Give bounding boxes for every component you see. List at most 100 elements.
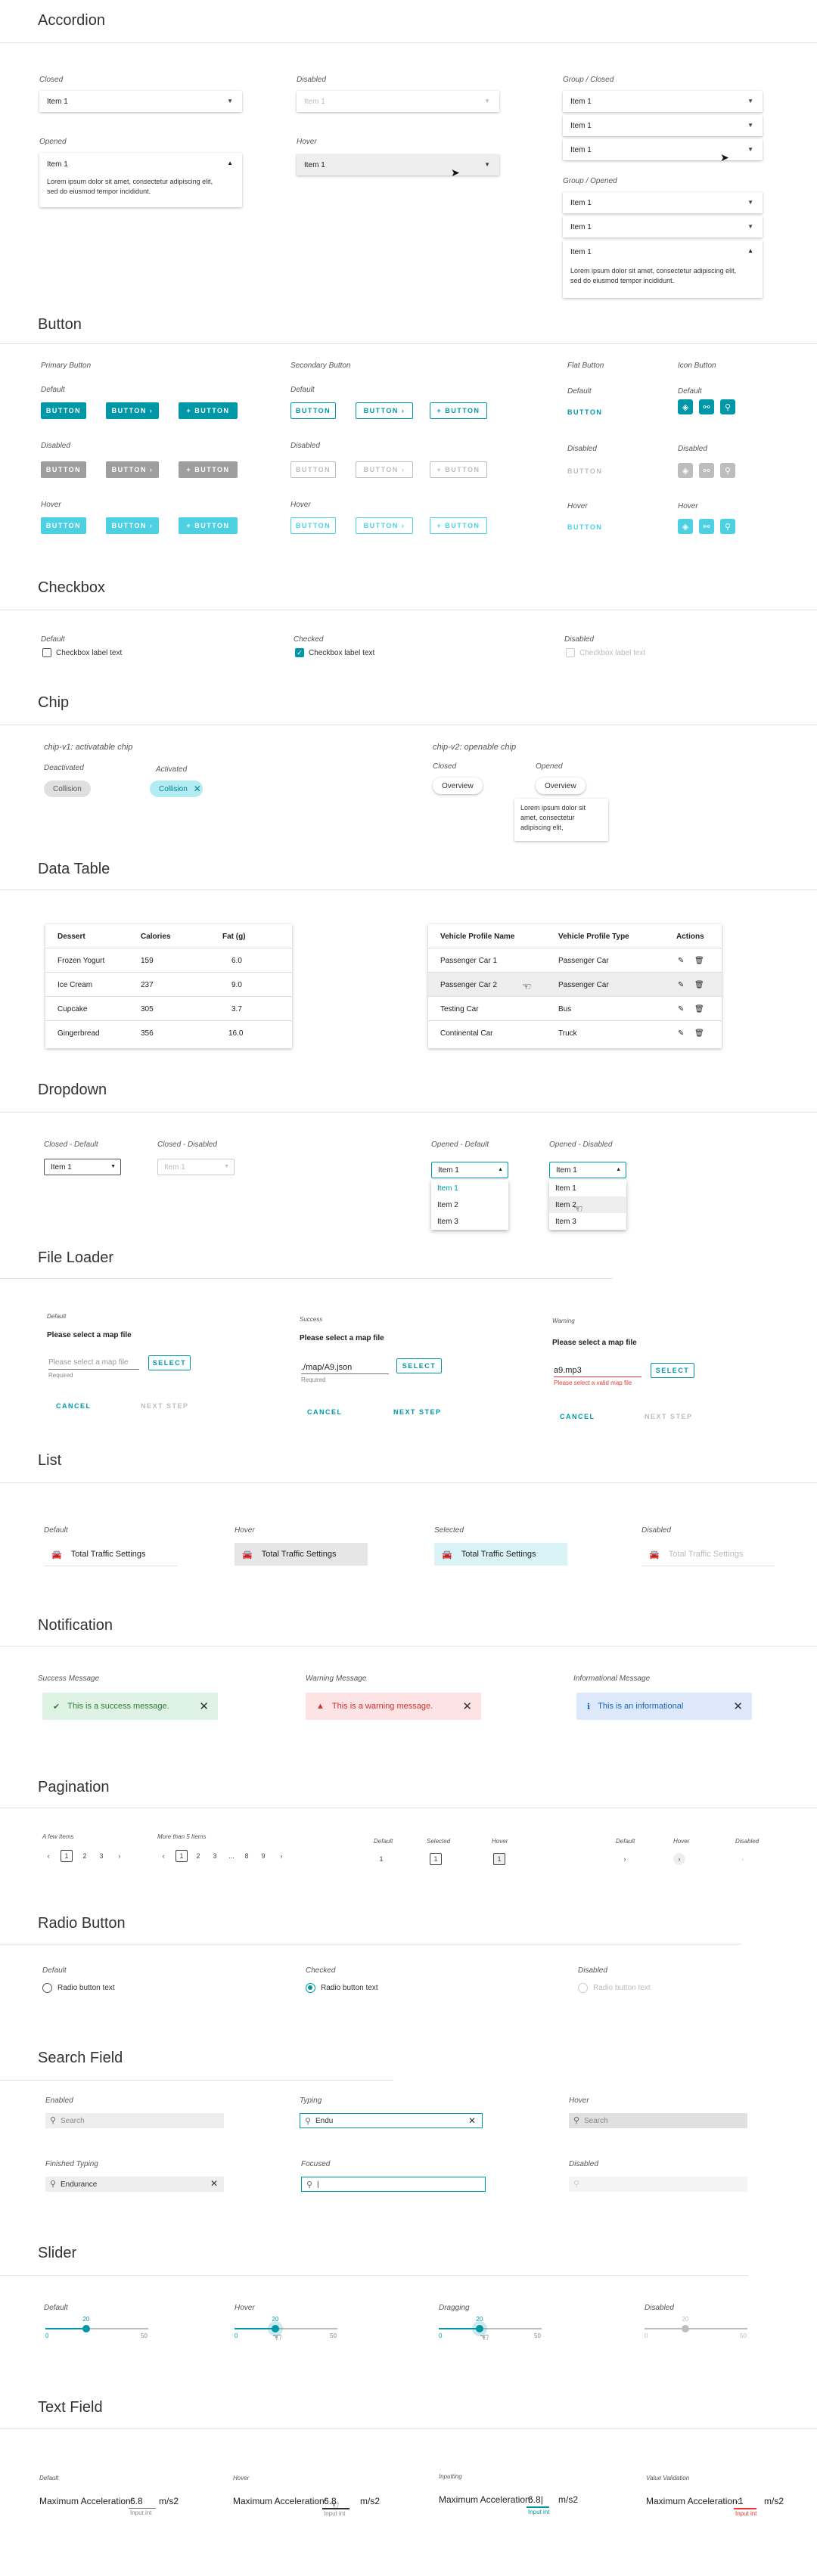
next-page-icon[interactable]: ›: [113, 1850, 126, 1862]
flat-button[interactable]: BUTTON: [567, 408, 602, 416]
dropdown-option-hover[interactable]: Item 2: [549, 1196, 626, 1213]
primary-button-hover[interactable]: BUTTON: [41, 517, 86, 534]
table-row[interactable]: Frozen Yogurt 159 6.0: [45, 948, 292, 973]
column-header[interactable]: Actions: [676, 933, 704, 941]
search-input-focused[interactable]: ⚲ |: [301, 2177, 486, 2192]
acceleration-input[interactable]: 6.8: [130, 2496, 143, 2506]
table-row[interactable]: Ice Cream 237 9.0: [45, 973, 292, 997]
primary-add-button[interactable]: + BUTTON: [179, 402, 238, 419]
secondary-button[interactable]: BUTTON: [290, 402, 336, 419]
acceleration-input-invalid[interactable]: -1: [735, 2496, 744, 2506]
column-header[interactable]: Vehicle Profile Name: [440, 933, 514, 941]
acceleration-input-inputting[interactable]: 6.8|: [528, 2494, 543, 2505]
close-icon[interactable]: ✕: [194, 784, 201, 794]
page-button[interactable]: 2: [192, 1850, 204, 1862]
delete-icon[interactable]: 🗑: [694, 1029, 704, 1038]
table-row[interactable]: Cupcake 305 3.7: [45, 997, 292, 1021]
cancel-button[interactable]: CANCEL: [56, 1402, 92, 1410]
cancel-button[interactable]: CANCEL: [560, 1413, 595, 1420]
close-icon[interactable]: ✕: [462, 1699, 472, 1713]
delete-icon[interactable]: 🗑: [694, 957, 704, 965]
dropdown-option-selected[interactable]: Item 1: [431, 1180, 508, 1196]
secondary-next-button[interactable]: BUTTON ›: [356, 402, 413, 419]
list-item[interactable]: 🚘 Total Traffic Settings: [44, 1543, 177, 1566]
search-input-finished[interactable]: ⚲ Endurance ✕: [45, 2177, 224, 2192]
column-header[interactable]: Fat (g): [222, 933, 246, 941]
radio-button[interactable]: [42, 1983, 52, 1993]
page-button-selected[interactable]: 1: [430, 1853, 442, 1865]
accordion-item-opened[interactable]: Item 1 ▲ Lorem ipsum dolor sit amet, con…: [39, 153, 242, 207]
primary-next-button[interactable]: BUTTON ›: [106, 402, 159, 419]
close-icon[interactable]: ✕: [199, 1699, 209, 1713]
column-header[interactable]: Calories: [141, 933, 170, 941]
select-button[interactable]: SELECT: [396, 1358, 442, 1373]
compass-icon-button[interactable]: ◈: [678, 399, 693, 414]
edit-icon[interactable]: ✎: [678, 1005, 684, 1013]
dropdown-open[interactable]: Item 1 ▲: [549, 1162, 626, 1178]
secondary-button-hover[interactable]: BUTTON: [290, 517, 336, 534]
table-row-hover[interactable]: Passenger Car 2 Passenger Car ✎ 🗑: [428, 973, 722, 997]
accordion-item[interactable]: Item 1 ▼: [563, 139, 763, 160]
page-button-selected[interactable]: 1: [61, 1850, 73, 1862]
dropdown-open[interactable]: Item 1 ▲: [431, 1162, 508, 1178]
dropdown[interactable]: Item 1 ▼: [44, 1159, 121, 1175]
radio-button-checked[interactable]: [306, 1983, 315, 1993]
delete-icon[interactable]: 🗑: [694, 1005, 704, 1013]
dropdown-option[interactable]: Item 3: [549, 1213, 626, 1230]
table-row[interactable]: Testing Car Bus ✎ 🗑: [428, 997, 722, 1021]
dropdown-option[interactable]: Item 3: [431, 1213, 508, 1230]
primary-button[interactable]: BUTTON: [41, 402, 86, 419]
list-item-selected[interactable]: 🚘 Total Traffic Settings: [434, 1543, 567, 1566]
file-path-input[interactable]: a9.mp3: [554, 1366, 582, 1375]
search-input-hover[interactable]: ⚲ Search: [569, 2113, 747, 2128]
page-button[interactable]: 8: [241, 1850, 253, 1862]
compass-icon-button-hover[interactable]: ◈: [678, 519, 693, 534]
page-button-selected[interactable]: 1: [176, 1850, 188, 1862]
share-icon-button[interactable]: ⚯: [699, 399, 714, 414]
page-button-hover[interactable]: 1: [493, 1853, 505, 1865]
page-button[interactable]: 2: [79, 1850, 91, 1862]
accordion-item-opened[interactable]: Item 1 ▲ Lorem ipsum dolor sit amet, con…: [563, 241, 763, 298]
accordion-item[interactable]: Item 1 ▼: [563, 216, 763, 237]
flat-button-hover[interactable]: BUTTON: [567, 523, 602, 531]
primary-next-button-hover[interactable]: BUTTON ›: [106, 517, 159, 534]
chip-activated[interactable]: Collision ✕: [150, 781, 203, 797]
table-row[interactable]: Gingerbread 356 16.0: [45, 1021, 292, 1045]
primary-add-button-hover[interactable]: + BUTTON: [179, 517, 238, 534]
edit-icon[interactable]: ✎: [678, 957, 684, 965]
delete-icon[interactable]: 🗑: [694, 981, 704, 989]
secondary-add-button[interactable]: + BUTTON: [430, 402, 487, 419]
edit-icon[interactable]: ✎: [678, 981, 684, 989]
dropdown-option[interactable]: Item 2: [431, 1196, 508, 1213]
accordion-item[interactable]: Item 1 ▼: [563, 91, 763, 112]
select-button[interactable]: SELECT: [148, 1355, 191, 1370]
page-button[interactable]: 3: [209, 1850, 221, 1862]
column-header[interactable]: Vehicle Profile Type: [558, 933, 629, 941]
accordion-item[interactable]: Item 1 ▼: [39, 91, 242, 112]
checkbox[interactable]: [42, 648, 51, 657]
next-page-icon-hover[interactable]: ›: [673, 1853, 685, 1865]
page-button[interactable]: 9: [257, 1850, 269, 1862]
page-button[interactable]: 1: [375, 1853, 387, 1865]
accordion-item[interactable]: Item 1 ▼: [563, 192, 763, 213]
share-icon-button-hover[interactable]: ⚯: [699, 519, 714, 534]
file-path-input[interactable]: ./map/A9.json: [301, 1363, 352, 1372]
secondary-add-button-hover[interactable]: + BUTTON: [430, 517, 487, 534]
close-icon[interactable]: ✕: [468, 2115, 476, 2126]
table-row[interactable]: Continental Car Truck ✎ 🗑: [428, 1021, 722, 1045]
chip-openable[interactable]: Overview: [433, 777, 483, 794]
accordion-item-hover[interactable]: Item 1 ▼: [297, 154, 499, 175]
edit-icon[interactable]: ✎: [678, 1029, 684, 1038]
slider-thumb[interactable]: [82, 2325, 91, 2332]
table-row[interactable]: Passenger Car 1 Passenger Car ✎ 🗑: [428, 948, 722, 973]
accordion-item[interactable]: Item 1 ▼: [563, 115, 763, 136]
search-input[interactable]: ⚲ Search: [45, 2113, 224, 2128]
chip-deactivated[interactable]: Collision: [44, 781, 91, 797]
checkbox-checked[interactable]: ✓: [295, 648, 304, 657]
search-input-typing[interactable]: ⚲ Endu ✕: [300, 2113, 483, 2128]
select-button[interactable]: SELECT: [651, 1363, 694, 1378]
secondary-next-button-hover[interactable]: BUTTON ›: [356, 517, 413, 534]
close-icon[interactable]: ✕: [733, 1699, 743, 1713]
close-icon[interactable]: ✕: [210, 2178, 218, 2189]
next-page-icon[interactable]: ›: [619, 1853, 631, 1865]
